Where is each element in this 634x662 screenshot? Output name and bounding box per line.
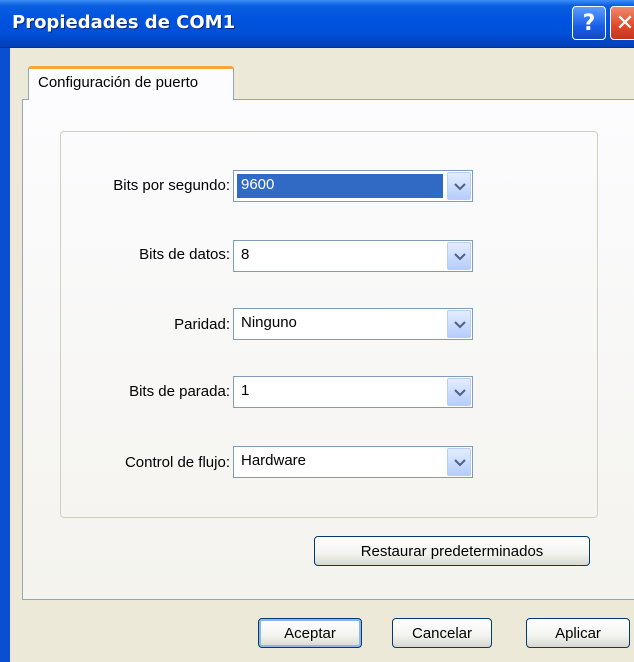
window-title: Propiedades de COM1 [12, 12, 236, 33]
flow-control-select[interactable]: Hardware [233, 446, 473, 478]
restore-defaults-button[interactable]: Restaurar predeterminados [314, 536, 590, 566]
parity-value: Ninguno [241, 314, 297, 331]
title-bar[interactable]: Propiedades de COM1 ? ✕ [0, 0, 634, 48]
label-flow-control: Control de flujo: [124, 454, 230, 471]
stop-bits-value: 1 [241, 382, 250, 399]
chevron-down-icon[interactable] [447, 172, 471, 200]
stop-bits-select[interactable]: 1 [233, 376, 473, 408]
label-data-bits: Bits de datos: [139, 246, 230, 263]
label-bits-per-second: Bits por segundo: [113, 177, 230, 194]
chevron-down-icon[interactable] [447, 378, 471, 406]
label-stop-bits: Bits de parada: [129, 383, 230, 400]
chevron-down-icon[interactable] [447, 242, 471, 270]
label-parity: Paridad: [174, 316, 230, 333]
tab-port-settings[interactable]: Configuración de puerto [28, 66, 234, 100]
dialog-window: Propiedades de COM1 ? ✕ Configuración de… [0, 0, 634, 662]
bits-per-second-value: 9600 [237, 174, 443, 198]
apply-button[interactable]: Aplicar [526, 618, 630, 648]
chevron-down-icon[interactable] [447, 310, 471, 338]
parity-select[interactable]: Ninguno [233, 308, 473, 340]
close-icon: ✕ [615, 10, 634, 36]
help-button[interactable]: ? [572, 6, 606, 40]
bits-per-second-select[interactable]: 9600 [233, 170, 473, 202]
window-frame-left [0, 48, 10, 662]
chevron-down-icon[interactable] [447, 448, 471, 476]
flow-control-value: Hardware [241, 452, 307, 469]
close-button[interactable]: ✕ [610, 6, 634, 40]
help-icon: ? [582, 10, 596, 36]
data-bits-select[interactable]: 8 [233, 240, 473, 272]
cancel-button[interactable]: Cancelar [392, 618, 492, 648]
data-bits-value: 8 [241, 246, 250, 263]
tab-label: Configuración de puerto [38, 74, 199, 91]
ok-button[interactable]: Aceptar [258, 618, 362, 648]
